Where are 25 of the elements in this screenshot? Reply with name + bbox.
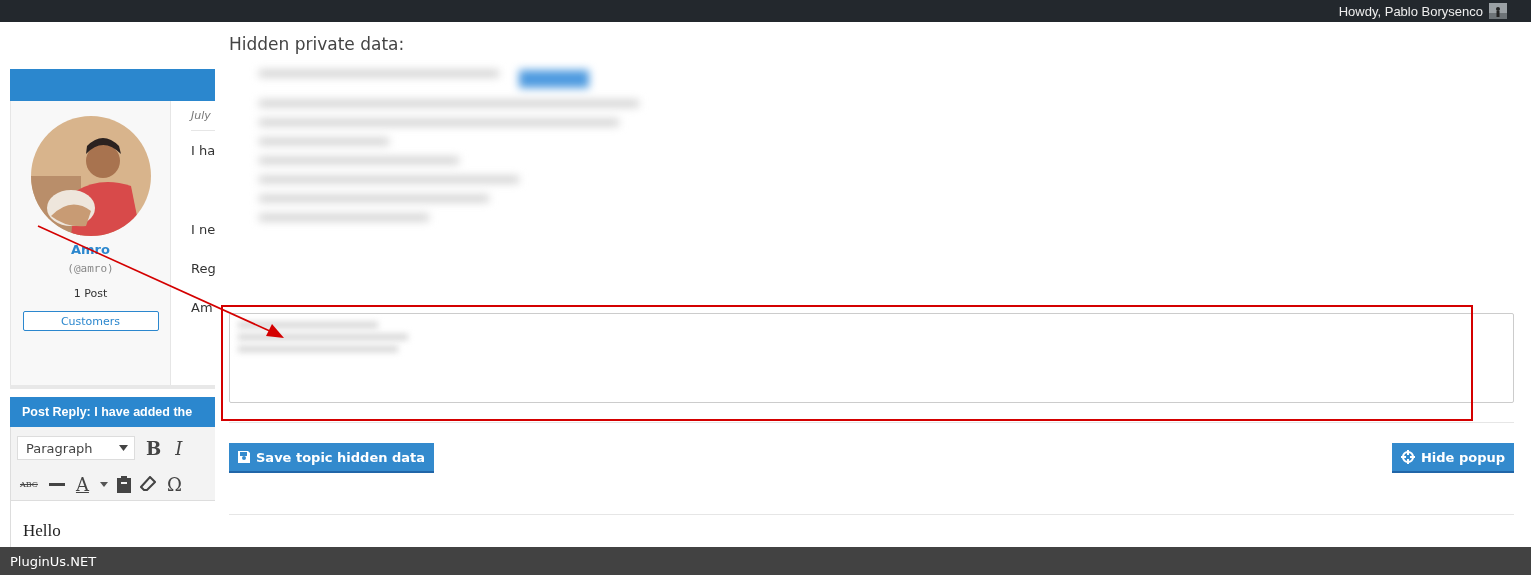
crosshair-icon	[1400, 450, 1415, 464]
eraser-icon[interactable]	[139, 476, 156, 492]
caret-icon	[119, 445, 128, 451]
post-text: I ha	[191, 143, 215, 158]
author-handle: (@amro)	[67, 262, 114, 275]
text-color-button[interactable]: A	[72, 472, 92, 496]
post-text: Am	[191, 300, 214, 315]
post-text: I ne	[191, 222, 215, 237]
post-count: 1 Post	[73, 287, 108, 300]
popup-title: Hidden private data:	[229, 34, 406, 54]
caret-icon[interactable]	[99, 481, 108, 487]
editor-text: Hello	[23, 521, 61, 540]
save-button[interactable]: Save topic hidden data	[229, 443, 435, 473]
post-text: Reg	[191, 261, 215, 276]
strikethrough-button[interactable]: ABC	[17, 472, 41, 496]
role-badge[interactable]: Customers	[22, 311, 159, 331]
hide-popup-button[interactable]: Hide popup	[1391, 443, 1514, 473]
special-character-button[interactable]: Ω	[163, 472, 185, 496]
footer-brand: PluginUs.NET	[10, 553, 97, 569]
user-greeting[interactable]: Howdy, Pablo Borysenco	[1338, 3, 1483, 19]
reply-title: Post Reply: I have added the	[10, 397, 215, 427]
clipboard-icon[interactable]	[115, 475, 132, 493]
format-select[interactable]: Paragraph	[17, 436, 135, 460]
bold-button[interactable]: B	[143, 436, 165, 460]
italic-button[interactable]: I	[172, 436, 186, 460]
